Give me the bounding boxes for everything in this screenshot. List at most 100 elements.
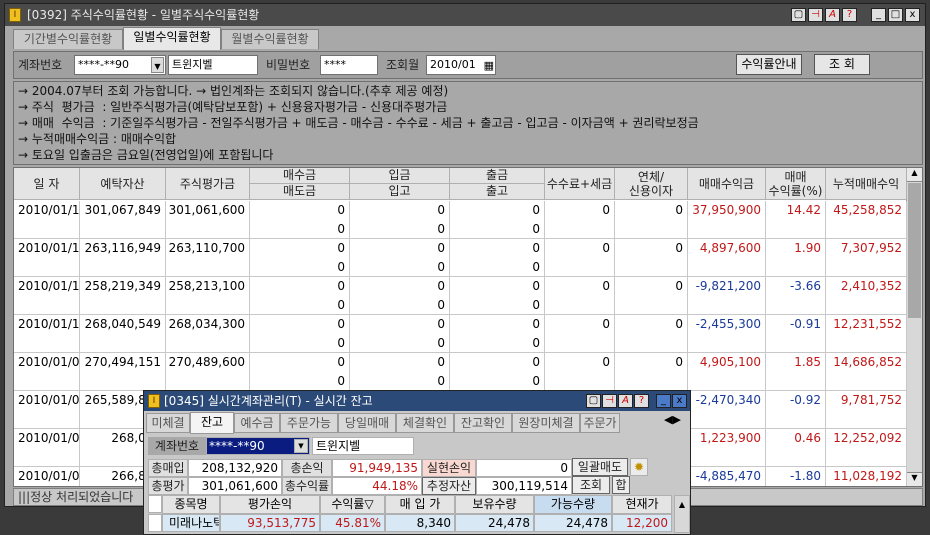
cell-interest: 0 <box>615 353 688 391</box>
settings-gear-icon[interactable]: ✹ <box>630 458 648 476</box>
popup-tab[interactable]: 미체결 <box>146 413 190 433</box>
popup-query-button[interactable]: 조회 <box>572 476 610 494</box>
cell-in_amt: 0 <box>350 353 450 372</box>
row-checkbox[interactable] <box>148 514 162 532</box>
account-name-field: 트윈지벨 <box>168 55 258 75</box>
popup-tab[interactable]: 주문가 <box>580 413 620 433</box>
screen-icon[interactable]: ▢ <box>791 8 806 22</box>
font-icon[interactable]: A <box>825 8 840 22</box>
account-value: ****-**90 <box>78 58 129 71</box>
total-pl-value: 91,949,135 <box>332 459 422 477</box>
popup-tab[interactable]: 잔고확인 <box>454 413 512 433</box>
cell-cum: 14,686,852 <box>826 353 907 391</box>
pin-icon[interactable]: ⊣ <box>808 8 823 22</box>
month-value: 2010/01 <box>430 58 476 71</box>
tab-daily[interactable]: 일별수익률현황 <box>123 27 221 50</box>
cell-rate: 0.46 <box>766 429 826 467</box>
minimize-button[interactable]: _ <box>871 8 886 22</box>
cell-eval: 268,034,300 <box>166 315 250 353</box>
popup-tab[interactable]: 예수금 <box>234 413 280 433</box>
cell-in_stock: 0 <box>350 220 450 239</box>
guide-button[interactable]: 수익률안내 <box>736 54 802 75</box>
realized-label: 실현손익 <box>422 459 476 477</box>
cell-interest: 0 <box>615 239 688 277</box>
list-header[interactable]: 가능수량 <box>534 495 612 514</box>
password-input[interactable]: **** <box>320 55 378 75</box>
cell-sell: 0 <box>250 296 350 315</box>
cell-date: 2010/01/11 <box>14 315 80 353</box>
cell-out_amt: 0 <box>450 353 545 372</box>
calendar-icon[interactable]: ▦ <box>484 57 494 75</box>
scroll-up-icon[interactable]: ▲ <box>907 168 922 182</box>
minimize-button[interactable]: _ <box>656 394 671 408</box>
popup-tab[interactable]: 체결확인 <box>396 413 454 433</box>
font-icon[interactable]: A <box>618 394 633 408</box>
popup-tab[interactable]: 원장미체결 <box>512 413 580 433</box>
scroll-thumb[interactable] <box>908 183 921 318</box>
app-icon: I <box>148 394 160 408</box>
account-select[interactable]: ****-**90 ▼ <box>74 55 166 75</box>
scroll-down-icon[interactable]: ▼ <box>907 472 922 486</box>
cell-name: 미래나노텍 <box>162 514 220 532</box>
help-icon[interactable]: ? <box>842 8 857 22</box>
cell-in_stock: 0 <box>350 258 450 277</box>
search-bar: 계좌번호 ****-**90 ▼ 트윈지벨 비밀번호 **** 조회월 2010/… <box>13 51 923 79</box>
tab-monthly[interactable]: 월별수익률현황 <box>221 29 319 49</box>
popup-title-bar: I [0345] 실시간계좌관리(T) - 실시간 잔고 ▢ ⊣ A ? _ x <box>144 391 690 411</box>
vertical-scrollbar[interactable]: ▲ ▼ <box>906 168 922 486</box>
info-line: → 매매 수익금 : 기준일주식평가금 - 전일주식평가금 + 매도금 - 매수… <box>18 116 699 130</box>
popup-tab[interactable]: 당일매매 <box>338 413 396 433</box>
sell-all-button[interactable]: 일괄매도 <box>572 458 628 476</box>
cell-cum: 9,781,752 <box>826 391 907 429</box>
cell-fee: 0 <box>545 201 615 239</box>
list-header[interactable]: 매 입 가 <box>385 495 455 514</box>
header-in_amt: 입금 <box>350 168 450 184</box>
cell-buy_price: 8,340 <box>385 514 455 532</box>
cell-profit: 37,950,900 <box>688 201 766 239</box>
total-eval-value: 301,061,600 <box>188 477 282 495</box>
cell-rate: 45.81% <box>320 514 385 532</box>
select-all-checkbox[interactable] <box>148 495 162 513</box>
cell-out_stock: 0 <box>450 220 545 239</box>
list-header[interactable]: 보유수량 <box>455 495 534 514</box>
window-title: [0392] 주식수익률현황 - 일별주식수익률현황 <box>27 8 260 22</box>
chevron-down-icon[interactable]: ▼ <box>151 57 164 73</box>
list-header[interactable]: 종목명 <box>162 495 220 514</box>
account-label: 계좌번호 <box>18 58 63 72</box>
pin-icon[interactable]: ⊣ <box>602 394 617 408</box>
popup-scrollbar[interactable]: ▲ <box>674 495 690 533</box>
cell-date: 2010/01/08 <box>14 353 80 391</box>
sum-button[interactable]: 합 <box>612 476 630 494</box>
tab-period[interactable]: 기간별수익률현황 <box>13 29 123 49</box>
list-header[interactable]: 현재가 <box>612 495 672 514</box>
info-panel: → 2004.07부터 조회 가능합니다. → 법인계좌는 조회되지 않습니다.… <box>13 81 923 165</box>
maximize-button[interactable]: □ <box>888 8 903 22</box>
list-header[interactable]: 수익률▽ <box>320 495 385 514</box>
total-rate-value: 44.18% <box>332 477 422 495</box>
popup-tab[interactable]: 주문가능 <box>280 413 338 433</box>
cell-buy: 0 <box>250 315 350 334</box>
popup-tab[interactable]: 잔고 <box>190 412 234 434</box>
close-button[interactable]: x <box>672 394 687 408</box>
cell-interest: 0 <box>615 201 688 239</box>
cell-hold_qty: 24,478 <box>455 514 534 532</box>
cell-out_stock: 0 <box>450 258 545 277</box>
month-input[interactable]: 2010/01 ▦ <box>426 55 496 75</box>
cell-in_stock: 0 <box>350 296 450 315</box>
list-header[interactable]: 평가손익 <box>220 495 320 514</box>
help-icon[interactable]: ? <box>634 394 649 408</box>
cell-rate: -0.91 <box>766 315 826 353</box>
close-button[interactable]: x <box>905 8 920 22</box>
info-line: → 2004.07부터 조회 가능합니다. → 법인계좌는 조회되지 않습니다.… <box>18 84 449 98</box>
tab-scroll-arrows-icon[interactable]: ◀▶ <box>664 413 681 426</box>
query-button[interactable]: 조 회 <box>814 54 870 75</box>
total-eval-label: 총평가 <box>148 477 188 495</box>
cell-cum: 12,252,092 <box>826 429 907 467</box>
cell-cum: 2,410,352 <box>826 277 907 315</box>
window-title-bar: I [0392] 주식수익률현황 - 일별주식수익률현황 ▢ ⊣ A ? _ □… <box>5 4 925 26</box>
chevron-down-icon[interactable]: ▼ <box>294 439 308 453</box>
screen-icon[interactable]: ▢ <box>586 394 601 408</box>
est-asset-label: 추정자산 <box>422 477 476 495</box>
cell-cum: 7,307,952 <box>826 239 907 277</box>
cell-pl: 93,513,775 <box>220 514 320 532</box>
